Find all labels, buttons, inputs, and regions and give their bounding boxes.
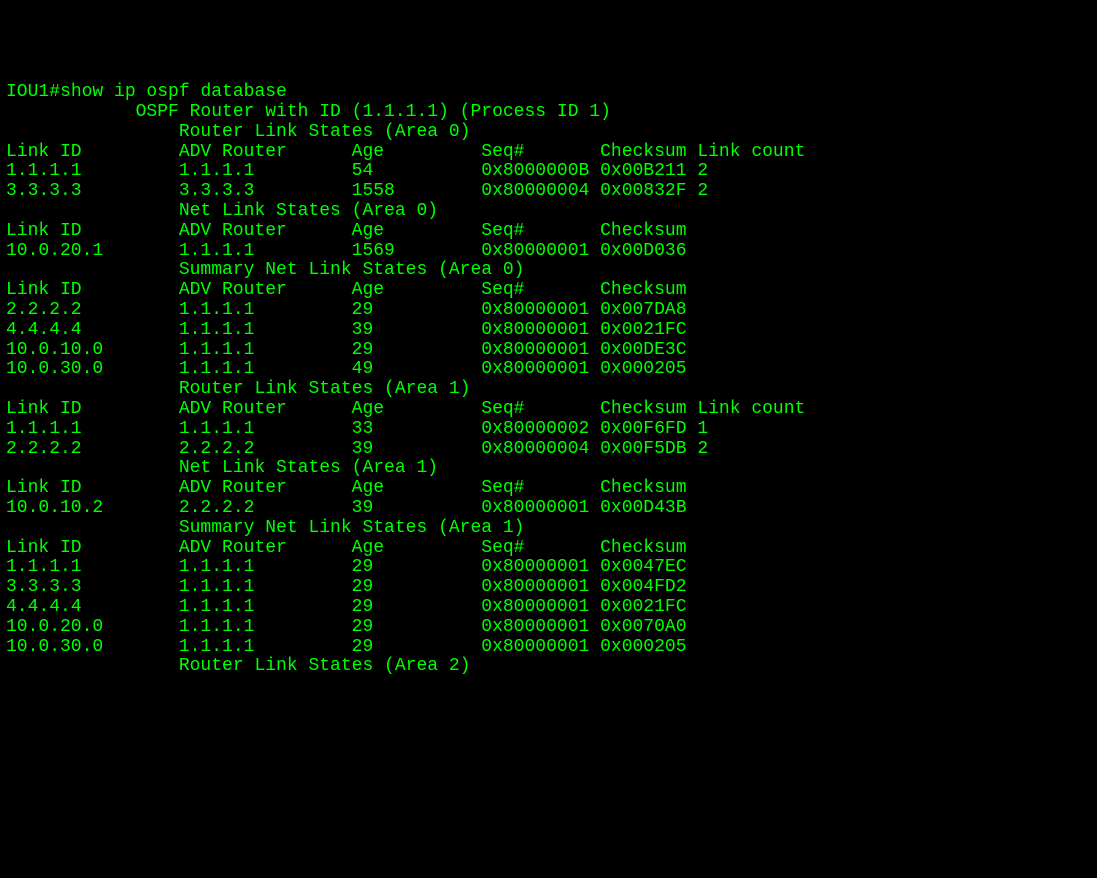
section-title: Net Link States (Area 0) (6, 202, 1091, 222)
section-title: Net Link States (Area 1) (6, 459, 1091, 479)
command-line[interactable]: IOU1#show ip ospf database (6, 83, 1091, 103)
table-row: 4.4.4.4 1.1.1.1 39 0x80000001 0x0021FC (6, 321, 1091, 341)
section-title: Summary Net Link States (Area 1) (6, 519, 1091, 539)
column-header: Link ID ADV Router Age Seq# Checksum (6, 479, 1091, 499)
table-row: 10.0.10.0 1.1.1.1 29 0x80000001 0x00DE3C (6, 341, 1091, 361)
table-row: 1.1.1.1 1.1.1.1 33 0x80000002 0x00F6FD 1 (6, 420, 1091, 440)
table-row: 10.0.30.0 1.1.1.1 49 0x80000001 0x000205 (6, 360, 1091, 380)
table-row: 1.1.1.1 1.1.1.1 54 0x8000000B 0x00B211 2 (6, 162, 1091, 182)
column-header: Link ID ADV Router Age Seq# Checksum (6, 222, 1091, 242)
table-row: 10.0.10.2 2.2.2.2 39 0x80000001 0x00D43B (6, 499, 1091, 519)
table-row: 1.1.1.1 1.1.1.1 29 0x80000001 0x0047EC (6, 558, 1091, 578)
column-header: Link ID ADV Router Age Seq# Checksum Lin… (6, 400, 1091, 420)
terminal-output[interactable]: IOU1#show ip ospf database OSPF Router w… (6, 83, 1091, 677)
section-title: Router Link States (Area 1) (6, 380, 1091, 400)
column-header: Link ID ADV Router Age Seq# Checksum (6, 281, 1091, 301)
typed-command: show ip ospf database (60, 82, 287, 102)
prompt: IOU1# (6, 82, 60, 102)
table-row: 2.2.2.2 1.1.1.1 29 0x80000001 0x007DA8 (6, 301, 1091, 321)
table-row: 3.3.3.3 1.1.1.1 29 0x80000001 0x004FD2 (6, 578, 1091, 598)
table-row: 2.2.2.2 2.2.2.2 39 0x80000004 0x00F5DB 2 (6, 440, 1091, 460)
section-title: Router Link States (Area 2) (6, 657, 1091, 677)
table-row: 10.0.20.1 1.1.1.1 1569 0x80000001 0x00D0… (6, 242, 1091, 262)
section-title: Summary Net Link States (Area 0) (6, 261, 1091, 281)
column-header: Link ID ADV Router Age Seq# Checksum (6, 539, 1091, 559)
table-row: 10.0.20.0 1.1.1.1 29 0x80000001 0x0070A0 (6, 618, 1091, 638)
ospf-header: OSPF Router with ID (1.1.1.1) (Process I… (6, 103, 1091, 123)
column-header: Link ID ADV Router Age Seq# Checksum Lin… (6, 143, 1091, 163)
table-row: 3.3.3.3 3.3.3.3 1558 0x80000004 0x00832F… (6, 182, 1091, 202)
section-title: Router Link States (Area 0) (6, 123, 1091, 143)
table-row: 4.4.4.4 1.1.1.1 29 0x80000001 0x0021FC (6, 598, 1091, 618)
table-row: 10.0.30.0 1.1.1.1 29 0x80000001 0x000205 (6, 638, 1091, 658)
